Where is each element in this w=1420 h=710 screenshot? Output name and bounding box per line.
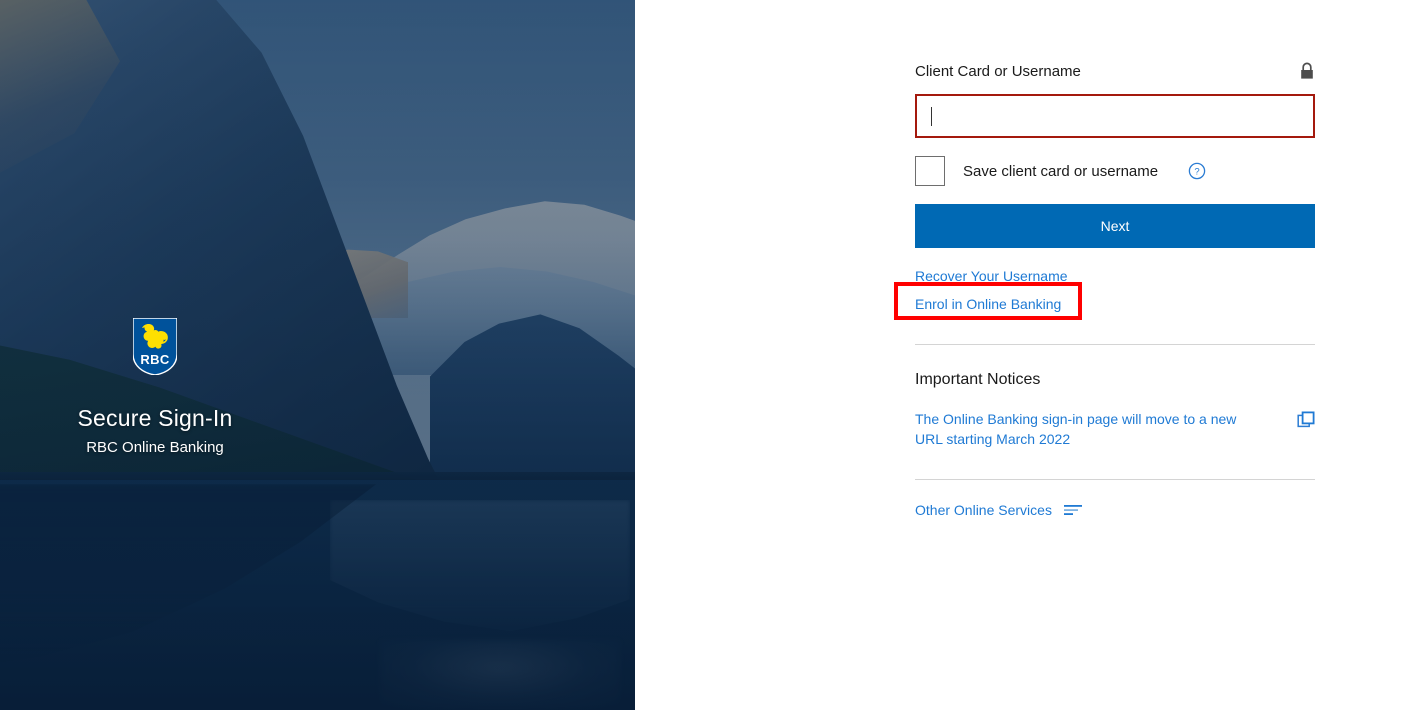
other-online-services-link[interactable]: Other Online Services — [915, 502, 1052, 518]
important-notices-title: Important Notices — [915, 371, 1041, 388]
field-label-row: Client Card or Username — [915, 58, 1315, 84]
list-lines-icon[interactable] — [1063, 504, 1082, 516]
divider-above-services — [915, 479, 1315, 480]
svg-text:RBC: RBC — [140, 352, 170, 367]
hero-title: Secure Sign-In — [77, 405, 233, 431]
svg-text:?: ? — [1194, 167, 1199, 178]
open-in-new-window-icon[interactable] — [1297, 411, 1315, 429]
hero-subtitle: RBC Online Banking — [86, 439, 224, 456]
divider-above-notices — [915, 344, 1315, 345]
notice-item: The Online Banking sign-in page will mov… — [915, 409, 1315, 449]
signin-page: RBC Secure Sign-In RBC Online Banking Cl… — [0, 0, 1420, 710]
save-client-card-checkbox[interactable] — [915, 156, 945, 186]
enrol-online-banking-link[interactable]: Enrol in Online Banking — [915, 296, 1061, 312]
signin-form-panel: Client Card or Username Save client card… — [635, 0, 1420, 710]
hero-panel: RBC Secure Sign-In RBC Online Banking — [0, 0, 635, 710]
enrol-link-wrapper: Enrol in Online Banking — [894, 282, 1082, 320]
hero-content: RBC Secure Sign-In RBC Online Banking — [0, 0, 635, 710]
signin-form: Client Card or Username Save client card… — [894, 58, 1315, 518]
rbc-logo-icon: RBC — [133, 318, 177, 375]
lock-icon — [1301, 62, 1313, 79]
notice-link[interactable]: The Online Banking sign-in page will mov… — [915, 409, 1245, 449]
other-online-services-row: Other Online Services — [915, 502, 1315, 518]
client-card-input[interactable] — [915, 94, 1315, 138]
recover-username-link[interactable]: Recover Your Username — [915, 268, 1315, 284]
client-card-label: Client Card or Username — [915, 62, 1081, 80]
save-client-card-row: Save client card or username ? — [915, 156, 1315, 186]
next-button[interactable]: Next — [915, 204, 1315, 248]
save-client-card-label: Save client card or username — [963, 162, 1159, 180]
text-cursor — [931, 106, 932, 126]
help-circle-icon[interactable]: ? — [1188, 162, 1206, 180]
